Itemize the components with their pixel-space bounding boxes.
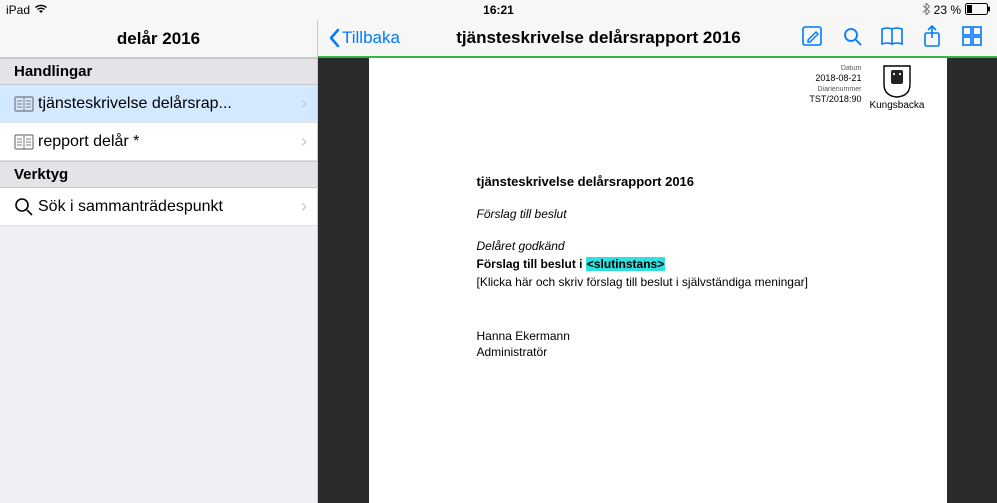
chevron-right-icon: › xyxy=(301,196,307,217)
status-bar: iPad 16:21 23 % xyxy=(0,0,997,20)
document-icon xyxy=(14,96,38,112)
municipality-logo: Kungsbacka xyxy=(869,64,924,111)
wifi-icon xyxy=(34,3,48,17)
document-page: Datum 2018-08-21 Diarienummer TST/2018:9… xyxy=(369,58,947,503)
content-pane: Tillbaka tjänsteskrivelse delårsrapport … xyxy=(318,20,997,503)
back-label: Tillbaka xyxy=(342,28,400,48)
doc-body-title: tjänsteskrivelse delårsrapport 2016 xyxy=(477,174,887,189)
shield-icon xyxy=(882,64,912,98)
proposal-bold-text: Förslag till beslut i xyxy=(477,257,586,271)
proposal-heading: Förslag till beslut xyxy=(477,207,887,221)
sidebar-item-label: tjänsteskrivelse delårsrap... xyxy=(38,95,301,113)
toolbar: Tillbaka tjänsteskrivelse delårsrapport … xyxy=(318,20,997,58)
back-button[interactable]: Tillbaka xyxy=(328,28,400,48)
meta-date-label: Datum xyxy=(809,64,861,73)
proposal-bold-line: Förslag till beslut i <slutinstans> xyxy=(477,257,887,271)
battery-text: 23 % xyxy=(934,3,961,17)
document-title: tjänsteskrivelse delårsrapport 2016 xyxy=(410,28,787,48)
clock: 16:21 xyxy=(483,3,514,17)
search-icon xyxy=(14,197,38,217)
document-viewer[interactable]: Datum 2018-08-21 Diarienummer TST/2018:9… xyxy=(318,58,997,503)
battery-icon xyxy=(965,3,991,18)
sidebar: delår 2016 Handlingar tjänsteskrivelse d… xyxy=(0,20,318,503)
device-label: iPad xyxy=(6,3,30,17)
chevron-right-icon: › xyxy=(301,93,307,114)
sidebar-item-label: repport delår * xyxy=(38,133,301,151)
share-button[interactable] xyxy=(917,24,947,53)
sidebar-item-doc2[interactable]: repport delår * › xyxy=(0,123,317,161)
grid-button[interactable] xyxy=(957,25,987,52)
signer-title: Administratör xyxy=(477,345,887,359)
approved-line: Delåret godkänd xyxy=(477,239,887,253)
sidebar-item-doc1[interactable]: tjänsteskrivelse delårsrap... › xyxy=(0,85,317,123)
proposal-highlight: <slutinstans> xyxy=(586,257,665,271)
hint-text: [Klicka här och skriv förslag till beslu… xyxy=(477,275,887,289)
chevron-right-icon: › xyxy=(301,131,307,152)
document-icon xyxy=(14,134,38,150)
book-button[interactable] xyxy=(877,26,907,51)
chevron-left-icon xyxy=(328,28,340,48)
signer-name: Hanna Ekermann xyxy=(477,329,887,343)
sidebar-item-label: Sök i sammanträdespunkt xyxy=(38,198,301,216)
meta-date: 2018-08-21 xyxy=(809,73,861,85)
document-body: tjänsteskrivelse delårsrapport 2016 Förs… xyxy=(477,174,887,359)
edit-button[interactable] xyxy=(797,25,827,52)
meta-diary: TST/2018:90 xyxy=(809,94,861,106)
search-button[interactable] xyxy=(837,25,867,52)
sidebar-title-row: delår 2016 xyxy=(0,20,317,58)
sidebar-item-search[interactable]: Sök i sammanträdespunkt › xyxy=(0,188,317,226)
bluetooth-icon xyxy=(922,3,930,18)
section-header-verktyg: Verktyg xyxy=(0,161,317,188)
sidebar-title: delår 2016 xyxy=(117,29,200,49)
section-header-handlingar: Handlingar xyxy=(0,58,317,85)
meta-diary-label: Diarienummer xyxy=(809,85,861,94)
document-meta: Datum 2018-08-21 Diarienummer TST/2018:9… xyxy=(809,64,861,106)
municipality-name: Kungsbacka xyxy=(869,100,924,111)
